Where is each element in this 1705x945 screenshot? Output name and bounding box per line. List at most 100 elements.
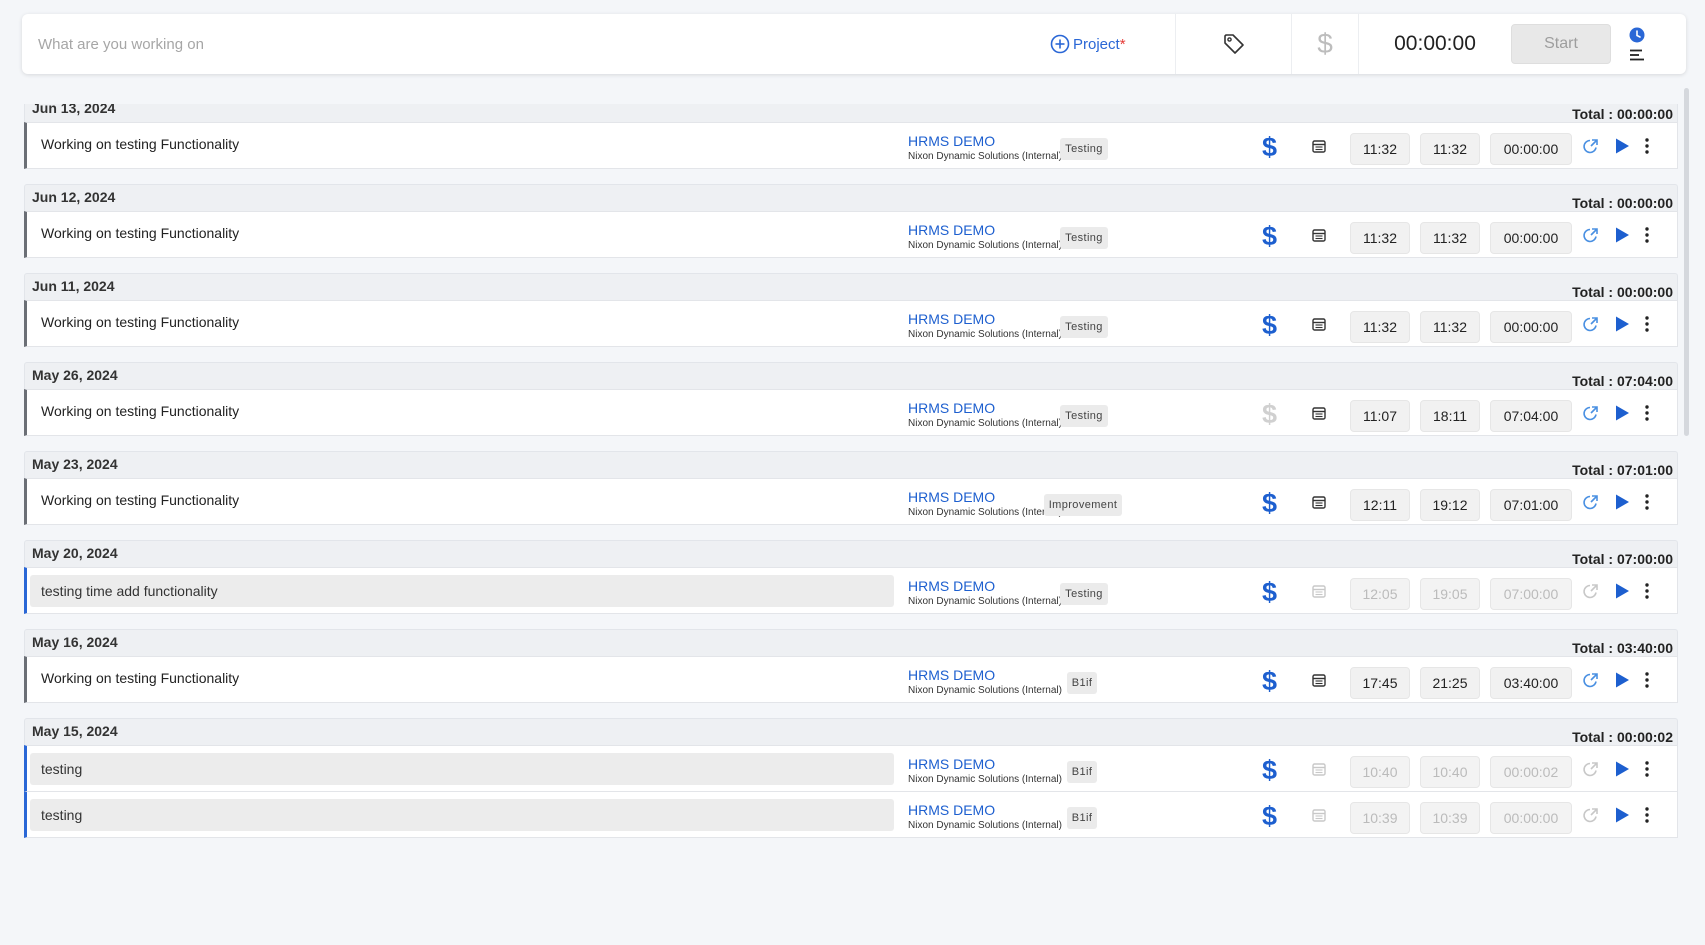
- start-time-input[interactable]: 10:40: [1350, 756, 1410, 788]
- tag-chip[interactable]: Improvement: [1044, 494, 1122, 516]
- end-time-input[interactable]: 10:40: [1420, 756, 1480, 788]
- more-options-icon[interactable]: [1644, 671, 1650, 694]
- project-select-button[interactable]: Project *: [1050, 14, 1175, 74]
- entry-description-field[interactable]: testing: [30, 753, 894, 785]
- entry-description[interactable]: Working on testing Functionality: [41, 403, 239, 419]
- start-time-input[interactable]: 17:45: [1350, 667, 1410, 699]
- billable-dollar-icon[interactable]: $: [1262, 666, 1277, 697]
- more-options-icon[interactable]: [1644, 404, 1650, 427]
- start-time-input[interactable]: 11:32: [1350, 311, 1410, 343]
- external-link-icon[interactable]: [1582, 404, 1600, 427]
- end-time-input[interactable]: 11:32: [1420, 222, 1480, 254]
- entry-description[interactable]: Working on testing Functionality: [41, 670, 239, 686]
- entry-project[interactable]: HRMS DEMO Nixon Dynamic Solutions (Inter…: [908, 400, 1062, 429]
- entry-project[interactable]: HRMS DEMO Nixon Dynamic Solutions (Inter…: [908, 578, 1062, 607]
- play-icon[interactable]: [1614, 806, 1630, 829]
- calendar-icon[interactable]: [1312, 584, 1326, 603]
- duration-input[interactable]: 00:00:00: [1490, 311, 1572, 343]
- play-icon[interactable]: [1614, 226, 1630, 249]
- entry-project[interactable]: HRMS DEMO Nixon Dynamic Solutions (Inter…: [908, 756, 1062, 785]
- tag-button[interactable]: [1176, 14, 1291, 74]
- tag-chip[interactable]: B1if: [1067, 807, 1097, 829]
- external-link-icon[interactable]: [1582, 671, 1600, 694]
- tag-chip[interactable]: Testing: [1060, 316, 1108, 338]
- play-icon[interactable]: [1614, 315, 1630, 338]
- project-name[interactable]: HRMS DEMO: [908, 802, 1062, 818]
- billable-dollar-icon[interactable]: $: [1262, 488, 1277, 519]
- entry-project[interactable]: HRMS DEMO Nixon Dynamic Solutions (Inter…: [908, 489, 1062, 518]
- billable-toggle[interactable]: $: [1292, 14, 1358, 74]
- more-options-icon[interactable]: [1644, 493, 1650, 516]
- end-time-input[interactable]: 11:32: [1420, 133, 1480, 165]
- start-button[interactable]: Start: [1511, 24, 1611, 64]
- end-time-input[interactable]: 19:12: [1420, 489, 1480, 521]
- external-link-icon[interactable]: [1582, 315, 1600, 338]
- tag-chip[interactable]: B1if: [1067, 761, 1097, 783]
- external-link-icon[interactable]: [1582, 493, 1600, 516]
- start-time-input[interactable]: 11:32: [1350, 133, 1410, 165]
- description-input[interactable]: [36, 18, 1050, 70]
- external-link-icon[interactable]: [1582, 582, 1600, 605]
- list-icon[interactable]: [1629, 49, 1645, 61]
- end-time-input[interactable]: 11:32: [1420, 311, 1480, 343]
- play-icon[interactable]: [1614, 582, 1630, 605]
- project-name[interactable]: HRMS DEMO: [908, 489, 1062, 505]
- clock-icon[interactable]: [1629, 27, 1645, 43]
- entry-description-field[interactable]: testing: [30, 799, 894, 831]
- duration-input[interactable]: 07:04:00: [1490, 400, 1572, 432]
- duration-input[interactable]: 07:01:00: [1490, 489, 1572, 521]
- duration-input[interactable]: 00:00:00: [1490, 222, 1572, 254]
- tag-chip[interactable]: B1if: [1067, 672, 1097, 694]
- entry-description[interactable]: Working on testing Functionality: [41, 492, 239, 508]
- mode-toggle[interactable]: [1617, 14, 1657, 74]
- more-options-icon[interactable]: [1644, 137, 1650, 160]
- external-link-icon[interactable]: [1582, 760, 1600, 783]
- tag-chip[interactable]: Testing: [1060, 138, 1108, 160]
- project-name[interactable]: HRMS DEMO: [908, 311, 1062, 327]
- external-link-icon[interactable]: [1582, 226, 1600, 249]
- calendar-icon[interactable]: [1312, 139, 1326, 158]
- entry-project[interactable]: HRMS DEMO Nixon Dynamic Solutions (Inter…: [908, 667, 1062, 696]
- entry-description[interactable]: Working on testing Functionality: [41, 136, 239, 152]
- tag-chip[interactable]: Testing: [1060, 227, 1108, 249]
- billable-dollar-icon[interactable]: $: [1262, 132, 1277, 163]
- end-time-input[interactable]: 21:25: [1420, 667, 1480, 699]
- more-options-icon[interactable]: [1644, 582, 1650, 605]
- duration-input[interactable]: 07:00:00: [1490, 578, 1572, 610]
- start-time-input[interactable]: 10:39: [1350, 802, 1410, 834]
- tag-chip[interactable]: Testing: [1060, 583, 1108, 605]
- start-time-input[interactable]: 12:11: [1350, 489, 1410, 521]
- calendar-icon[interactable]: [1312, 808, 1326, 827]
- entry-project[interactable]: HRMS DEMO Nixon Dynamic Solutions (Inter…: [908, 222, 1062, 251]
- end-time-input[interactable]: 18:11: [1420, 400, 1480, 432]
- scrollbar[interactable]: [1684, 88, 1689, 436]
- calendar-icon[interactable]: [1312, 673, 1326, 692]
- calendar-icon[interactable]: [1312, 762, 1326, 781]
- project-name[interactable]: HRMS DEMO: [908, 400, 1062, 416]
- play-icon[interactable]: [1614, 671, 1630, 694]
- duration-input[interactable]: 03:40:00: [1490, 667, 1572, 699]
- external-link-icon[interactable]: [1582, 137, 1600, 160]
- project-name[interactable]: HRMS DEMO: [908, 756, 1062, 772]
- more-options-icon[interactable]: [1644, 315, 1650, 338]
- billable-dollar-icon[interactable]: $: [1262, 577, 1277, 608]
- tag-chip[interactable]: Testing: [1060, 405, 1108, 427]
- project-name[interactable]: HRMS DEMO: [908, 667, 1062, 683]
- billable-dollar-icon[interactable]: $: [1262, 399, 1277, 430]
- billable-dollar-icon[interactable]: $: [1262, 755, 1277, 786]
- billable-dollar-icon[interactable]: $: [1262, 801, 1277, 832]
- play-icon[interactable]: [1614, 493, 1630, 516]
- calendar-icon[interactable]: [1312, 228, 1326, 247]
- calendar-icon[interactable]: [1312, 406, 1326, 425]
- entry-description[interactable]: Working on testing Functionality: [41, 225, 239, 241]
- start-time-input[interactable]: 12:05: [1350, 578, 1410, 610]
- more-options-icon[interactable]: [1644, 806, 1650, 829]
- duration-input[interactable]: 00:00:00: [1490, 133, 1572, 165]
- calendar-icon[interactable]: [1312, 495, 1326, 514]
- end-time-input[interactable]: 10:39: [1420, 802, 1480, 834]
- entry-description[interactable]: Working on testing Functionality: [41, 314, 239, 330]
- entry-project[interactable]: HRMS DEMO Nixon Dynamic Solutions (Inter…: [908, 311, 1062, 340]
- billable-dollar-icon[interactable]: $: [1262, 221, 1277, 252]
- more-options-icon[interactable]: [1644, 760, 1650, 783]
- duration-input[interactable]: 00:00:02: [1490, 756, 1572, 788]
